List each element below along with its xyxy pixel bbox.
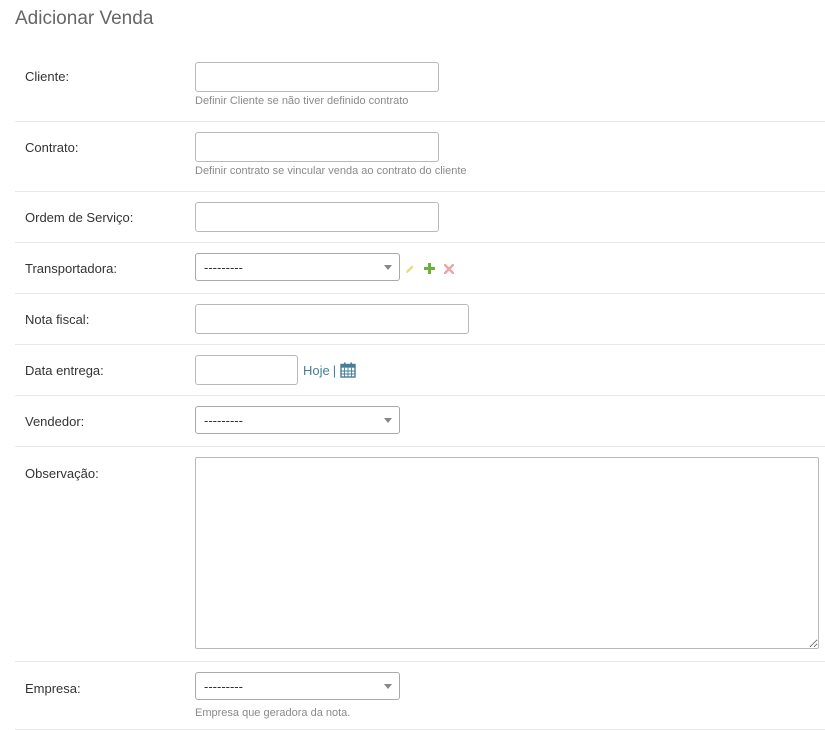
field-ordem-servico: [195, 202, 439, 232]
label-data-entrega: Data entrega:: [25, 363, 104, 378]
chevron-down-icon: [384, 418, 392, 423]
label-cliente: Cliente:: [25, 69, 70, 84]
transportadora-select[interactable]: ---------: [195, 253, 400, 281]
contrato-input[interactable]: [195, 132, 439, 162]
transportadora-selected: ---------: [204, 260, 243, 275]
help-empresa: Empresa que geradora da nota.: [195, 707, 351, 719]
field-data-entrega: Hoje |: [195, 355, 356, 385]
row-transportadora: Transportadora: ---------: [15, 243, 825, 294]
label-observacao: Observação:: [25, 466, 99, 481]
ordem-servico-input[interactable]: [195, 202, 439, 232]
sale-form: Cliente: Definir Cliente se não tiver de…: [15, 51, 825, 730]
field-nota-fiscal: [195, 304, 469, 334]
pencil-icon[interactable]: [405, 264, 415, 274]
cliente-input[interactable]: [195, 62, 439, 92]
label-transportadora: Transportadora:: [25, 261, 118, 276]
row-vendedor: Vendedor: ---------: [15, 396, 825, 447]
label-contrato: Contrato:: [25, 140, 79, 155]
empresa-select[interactable]: ---------: [195, 672, 400, 700]
vendedor-select[interactable]: ---------: [195, 406, 400, 434]
page-title: Adicionar Venda: [15, 8, 154, 29]
close-icon[interactable]: [444, 263, 454, 274]
field-observacao: [195, 457, 819, 654]
row-observacao: Observação:: [15, 447, 825, 662]
empresa-selected: ---------: [204, 679, 243, 694]
row-nota-fiscal: Nota fiscal:: [15, 294, 825, 345]
label-vendedor: Vendedor:: [25, 414, 85, 429]
row-ordem-servico: Ordem de Serviço:: [15, 192, 825, 243]
row-data-entrega: Data entrega: Hoje |: [15, 345, 825, 396]
help-cliente: Definir Cliente se não tiver definido co…: [195, 95, 409, 107]
field-contrato: Definir contrato se vincular venda ao co…: [195, 132, 467, 177]
row-empresa: Empresa: --------- Empresa que geradora …: [15, 662, 825, 730]
data-entrega-input[interactable]: [195, 355, 298, 385]
date-separator: |: [332, 362, 337, 378]
chevron-down-icon: [384, 684, 392, 689]
label-empresa: Empresa:: [25, 681, 81, 696]
field-vendedor: ---------: [195, 406, 400, 434]
label-nota-fiscal: Nota fiscal:: [25, 312, 90, 327]
calendar-icon[interactable]: [340, 362, 356, 378]
field-cliente: Definir Cliente se não tiver definido co…: [195, 62, 439, 107]
row-contrato: Contrato: Definir contrato se vincular v…: [15, 122, 825, 192]
label-ordem-servico: Ordem de Serviço:: [25, 210, 134, 225]
transportadora-actions: [405, 263, 454, 274]
plus-icon[interactable]: [424, 263, 435, 274]
hoje-link[interactable]: Hoje: [303, 363, 330, 378]
observacao-textarea[interactable]: [195, 457, 819, 649]
field-empresa: --------- Empresa que geradora da nota.: [195, 672, 400, 719]
vendedor-selected: ---------: [204, 413, 243, 428]
field-transportadora: ---------: [195, 253, 400, 281]
nota-fiscal-input[interactable]: [195, 304, 469, 334]
help-contrato: Definir contrato se vincular venda ao co…: [195, 165, 467, 177]
chevron-down-icon: [384, 265, 392, 270]
row-cliente: Cliente: Definir Cliente se não tiver de…: [15, 51, 825, 122]
